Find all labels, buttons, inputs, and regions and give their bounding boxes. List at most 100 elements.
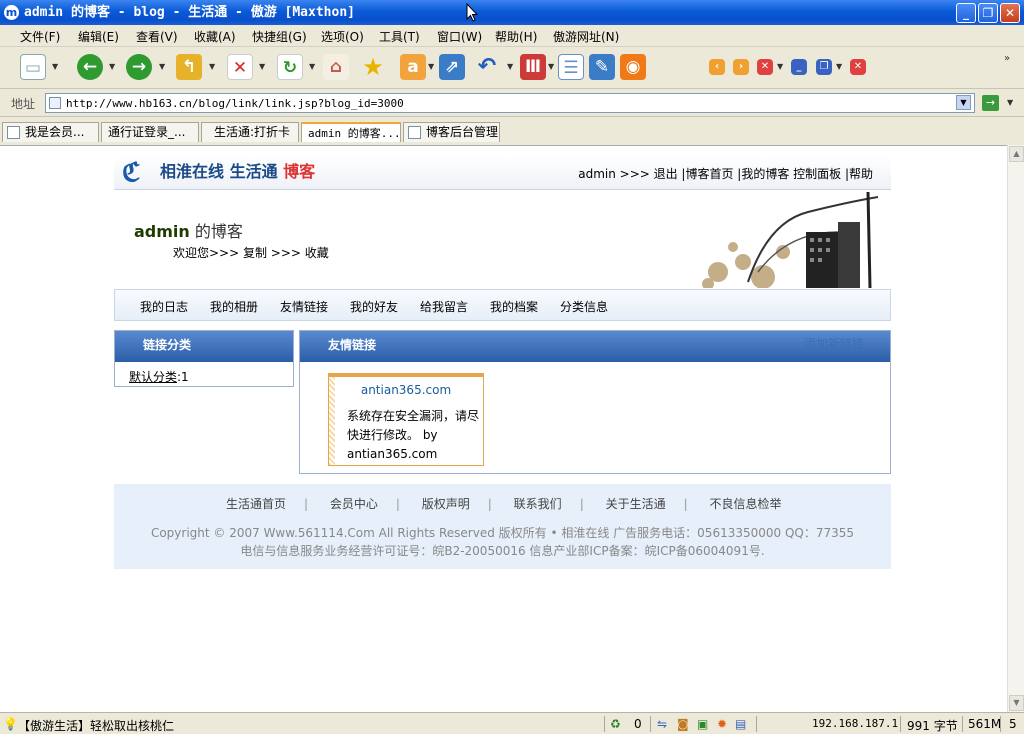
nav-friends[interactable]: 我的好友 — [350, 298, 398, 315]
recycle-icon[interactable]: ♻ — [610, 717, 621, 731]
translate-icon[interactable]: a — [400, 54, 426, 80]
chevron-down-icon[interactable]: ▼ — [836, 62, 842, 71]
telecom-logo-icon: ℭ — [122, 158, 141, 188]
tab-left-icon[interactable]: ‹ — [709, 59, 725, 75]
link-category-panel: 链接分类 默认分类:1 — [114, 330, 294, 387]
card-body: 系统存在安全漏洞，请尽快进行修改。 by antian365.com — [347, 409, 480, 461]
tab-minimize-icon[interactable]: _ — [791, 59, 807, 75]
nav-album[interactable]: 我的相册 — [210, 298, 258, 315]
tab-restore-icon[interactable]: ❐ — [816, 59, 832, 75]
footer-link-contact[interactable]: 联系我们 — [514, 497, 562, 511]
blog-title: admin 的博客 — [134, 218, 243, 242]
tab-blog-admin[interactable]: 博客后台管理 — [403, 122, 500, 142]
license-text: 电信与信息服务业务经营许可证号：皖B2-20050016 信息产业部ICP备案：… — [240, 544, 765, 558]
restore-button[interactable]: ❐ — [978, 3, 998, 23]
status-memory: 561M — [968, 717, 1002, 731]
welcome-links[interactable]: 欢迎您>>> 复制 >>> 收藏 — [173, 244, 329, 261]
proxy-icon[interactable]: ▤ — [735, 717, 746, 731]
forward-icon[interactable]: → — [126, 54, 152, 80]
menu-window[interactable]: 窗口(W) — [437, 28, 482, 45]
menu-view[interactable]: 查看(V) — [136, 28, 178, 45]
popup-block-icon[interactable]: ◙ — [677, 717, 689, 731]
footer-link-about[interactable]: 关于生活通 — [606, 497, 666, 511]
chevron-down-icon[interactable]: ▼ — [548, 62, 554, 71]
address-input[interactable]: http://www.hb163.cn/blog/link/link.jsp?b… — [45, 93, 975, 113]
nav-classified[interactable]: 分类信息 — [560, 298, 608, 315]
menu-tools[interactable]: 工具(T) — [379, 28, 420, 45]
back-icon[interactable]: ← — [77, 54, 103, 80]
network-icon[interactable]: ⇋ — [657, 717, 667, 731]
new-page-icon[interactable]: ▭ — [20, 54, 46, 80]
window-switch-icon[interactable]: ⇗ — [439, 54, 465, 80]
tab-admin-blog[interactable]: admin 的博客... — [301, 122, 401, 142]
maxthon-logo-icon: m — [4, 5, 19, 20]
menu-edit[interactable]: 编辑(E) — [78, 28, 119, 45]
favorites-star-icon[interactable]: ★ — [360, 54, 386, 80]
footer: 生活通首页 | 会员中心 | 版权声明 | 联系我们 | 关于生活通 | 不良信息检举 C… — [114, 484, 891, 569]
top-links[interactable]: admin >>> 退出 |博客首页 |我的博客 控制面板 |帮助 — [578, 165, 873, 182]
close-tab-icon[interactable]: ✕ — [757, 59, 773, 75]
stop-icon[interactable]: ✕ — [227, 54, 253, 80]
footer-links: 生活通首页 | 会员中心 | 版权声明 | 联系我们 | 关于生活通 | 不良信息检举 — [226, 497, 782, 511]
menu-help[interactable]: 帮助(H) — [495, 28, 537, 45]
close-button[interactable]: ✕ — [1000, 3, 1020, 23]
vertical-scrollbar[interactable]: ▲ ▼ — [1007, 145, 1024, 712]
ad-filter-icon[interactable]: ▣ — [697, 717, 708, 731]
window-title: admin 的博客 - blog - 生活通 - 傲游 [Maxthon] — [24, 5, 355, 20]
chevron-down-icon[interactable]: ▼ — [428, 62, 434, 71]
footer-link-member[interactable]: 会员中心 — [330, 497, 378, 511]
chevron-down-icon[interactable]: ▼ — [159, 62, 165, 71]
link-card[interactable]: antian365.com 系统存在安全漏洞，请尽快进行修改。 by antia… — [328, 373, 484, 466]
refresh-icon[interactable]: ↻ — [277, 54, 303, 80]
status-message[interactable]: 【傲游生活】轻松取出核桃仁 — [18, 717, 174, 734]
friend-links-panel: 友情链接 添加新链接 antian365.com 系统存在安全漏洞，请尽快进行修… — [299, 330, 891, 474]
menu-maxthon-sites[interactable]: 傲游网址(N) — [553, 28, 619, 45]
toolbar-overflow-icon[interactable]: » — [1004, 53, 1010, 64]
up-folder-icon[interactable]: ↰ — [176, 54, 202, 80]
menu-groups[interactable]: 快捷组(G) — [252, 28, 307, 45]
menu-options[interactable]: 选项(O) — [321, 28, 364, 45]
nav-diary[interactable]: 我的日志 — [140, 298, 188, 315]
category-link[interactable]: 默认分类 — [129, 370, 177, 384]
menu-file[interactable]: 文件(F) — [20, 28, 60, 45]
tab-right-icon[interactable]: › — [733, 59, 749, 75]
chevron-down-icon[interactable]: ▼ — [507, 62, 513, 71]
menu-favorites[interactable]: 收藏(A) — [194, 28, 236, 45]
footer-link-copyright[interactable]: 版权声明 — [422, 497, 470, 511]
card-title[interactable]: antian365.com — [329, 383, 483, 397]
nav-friend-links[interactable]: 友情链接 — [280, 298, 328, 315]
blog-title-suffix: 的博客 — [189, 222, 243, 241]
logo-name: 相淮在线 生活通 — [160, 162, 278, 181]
chevron-down-icon[interactable]: ▼ — [309, 62, 315, 71]
minimize-button[interactable]: _ — [956, 3, 976, 23]
address-dropdown-icon[interactable]: ▼ — [956, 95, 971, 110]
nav-profile[interactable]: 我的档案 — [490, 298, 538, 315]
flash-filter-icon[interactable]: ✹ — [717, 717, 727, 731]
list-icon[interactable]: ☰ — [558, 54, 584, 80]
columns-icon[interactable]: Ⅲ — [520, 54, 546, 80]
title-bar: m admin 的博客 - blog - 生活通 - 傲游 [Maxthon] … — [0, 0, 1024, 25]
tab-discount-card[interactable]: 生活通:打折卡 — [201, 122, 299, 142]
chevron-down-icon[interactable]: ▼ — [109, 62, 115, 71]
edit-page-icon[interactable]: ✎ — [589, 54, 615, 80]
chevron-down-icon[interactable]: ▼ — [259, 62, 265, 71]
home-icon[interactable]: ⌂ — [323, 54, 349, 80]
nav-guestbook[interactable]: 给我留言 — [420, 298, 468, 315]
go-icon[interactable]: → — [982, 95, 999, 111]
scroll-down-icon[interactable]: ▼ — [1009, 695, 1024, 711]
chevron-down-icon[interactable]: ▼ — [52, 62, 58, 71]
rss-icon[interactable]: ◉ — [620, 54, 646, 80]
scroll-up-icon[interactable]: ▲ — [1009, 146, 1024, 162]
tab-member[interactable]: 我是会员... — [2, 122, 99, 142]
tab-passport-login[interactable]: 通行证登录_... — [101, 122, 199, 142]
footer-link-home[interactable]: 生活通首页 — [226, 497, 286, 511]
status-count: 0 — [634, 717, 642, 731]
category-item: 默认分类:1 — [129, 368, 189, 385]
chevron-down-icon[interactable]: ▼ — [209, 62, 215, 71]
chevron-down-icon[interactable]: ▼ — [777, 62, 783, 71]
footer-link-report[interactable]: 不良信息检举 — [709, 497, 781, 511]
close-all-icon[interactable]: ✕ — [850, 59, 866, 75]
chevron-down-icon[interactable]: ▼ — [1007, 98, 1013, 107]
add-link-button[interactable]: 添加新链接 — [804, 335, 864, 352]
undo-icon[interactable]: ↶ — [474, 54, 500, 80]
